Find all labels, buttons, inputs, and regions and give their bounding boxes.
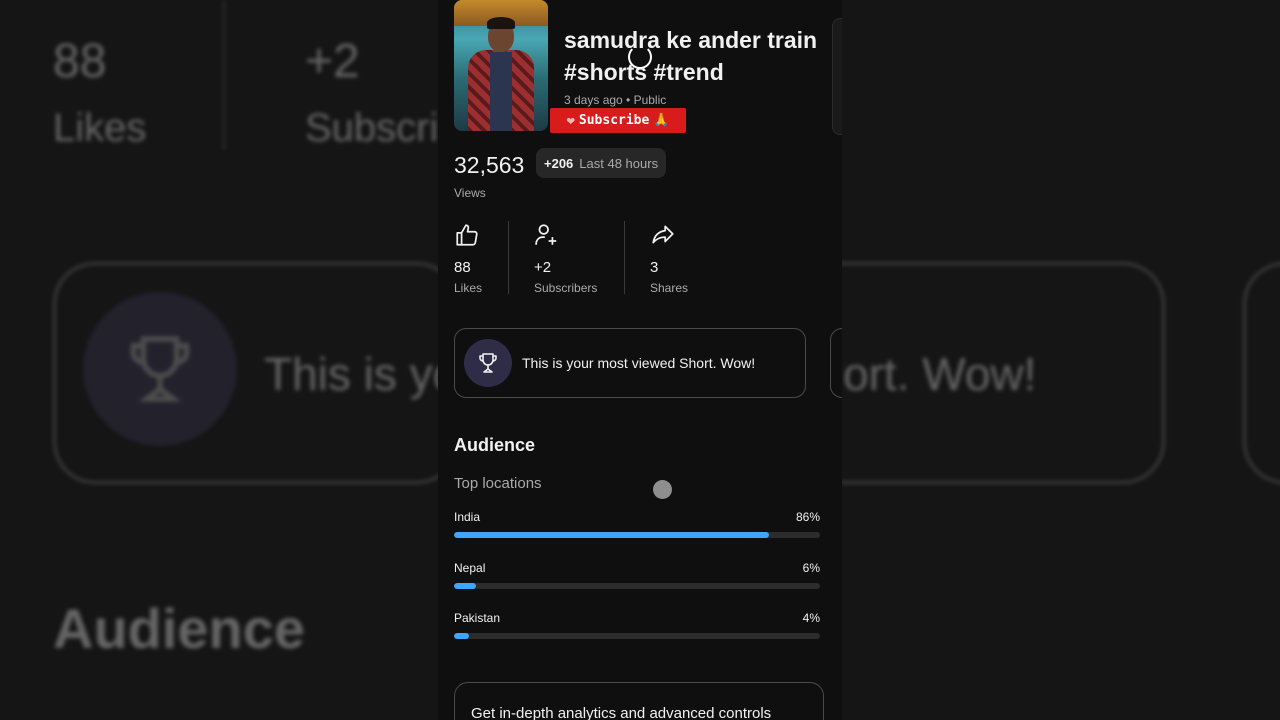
location-bar-fill <box>454 532 769 538</box>
location-row: Nepal 6% <box>454 561 820 589</box>
audience-heading: Audience <box>454 435 536 455</box>
location-row: India 86% <box>454 510 820 538</box>
bg-subs-value: +2 <box>305 35 360 88</box>
location-bar-fill <box>454 583 476 589</box>
views-label: Views <box>454 186 486 200</box>
thumbs-up-icon <box>456 224 478 246</box>
subscribe-sticker-label: Subscribe <box>578 113 650 128</box>
likes-value: 88 <box>454 259 471 276</box>
location-bar <box>454 633 820 639</box>
advanced-analytics-card[interactable]: Get in-depth analytics and advanced cont… <box>454 682 824 720</box>
bg-divider <box>223 0 225 150</box>
stat-divider <box>624 221 625 294</box>
views-delta-chip: +206 Last 48 hours <box>536 148 667 178</box>
milestone-text: This is your most viewed Short. Wow! <box>522 355 756 371</box>
stat-likes: 88 Likes <box>454 222 482 295</box>
bg-subs-label: Subscri <box>305 106 439 150</box>
person-add-icon <box>535 224 557 245</box>
location-bar <box>454 532 820 538</box>
share-icon <box>652 225 674 244</box>
location-bar-fill <box>454 633 469 639</box>
bg-card-text-left: This is yo <box>264 348 459 400</box>
subscribe-sticker: ❤ Subscribe 🙏 <box>550 108 686 133</box>
location-row: Pakistan 4% <box>454 611 820 639</box>
bg-likes-value: 88 <box>53 35 107 88</box>
next-milestone-card-edge[interactable] <box>830 328 842 398</box>
bg-likes-label: Likes <box>53 106 147 150</box>
loading-spinner-icon <box>628 45 652 69</box>
bg-audience-heading: Audience <box>53 597 306 660</box>
bg-card-text-right: ort. Wow! <box>843 348 1037 400</box>
location-name: India <box>454 510 481 524</box>
heart-icon: ❤ <box>566 112 575 129</box>
praying-hands-icon: 🙏 <box>653 113 670 128</box>
location-percent: 4% <box>802 611 820 625</box>
bg-trophy-icon <box>83 292 237 446</box>
views-period: Last 48 hours <box>579 155 659 171</box>
video-meta: 3 days ago • Public <box>564 93 667 107</box>
shares-label: Shares <box>650 281 689 295</box>
location-bar <box>454 583 820 589</box>
promo-text: Get in-depth analytics and advanced cont… <box>471 705 772 720</box>
bg-next-card <box>1243 262 1280 484</box>
subscribers-value: +2 <box>534 259 552 276</box>
location-name: Pakistan <box>454 611 501 625</box>
location-percent: 6% <box>802 561 820 575</box>
next-video-card-edge[interactable] <box>832 18 842 135</box>
shares-value: 3 <box>650 259 659 276</box>
stat-divider <box>508 221 509 294</box>
video-title: samudra ke ander train #shorts #trend <box>564 27 818 85</box>
milestone-card[interactable]: This is your most viewed Short. Wow! <box>454 328 806 398</box>
views-count: 32,563 <box>454 152 525 178</box>
stat-shares: 3 Shares <box>650 222 688 295</box>
subscribers-label: Subscribers <box>534 281 598 295</box>
views-delta: +206 <box>544 155 574 171</box>
analytics-screen: samudra ke ander train #shorts #trend 3 … <box>438 0 842 720</box>
stat-subscribers: +2 Subscribers <box>534 222 597 295</box>
trophy-icon <box>464 339 512 387</box>
touch-indicator <box>653 480 672 499</box>
location-percent: 86% <box>795 510 820 524</box>
video-thumbnail[interactable] <box>454 0 548 131</box>
location-name: Nepal <box>454 561 486 575</box>
top-locations-heading: Top locations <box>454 475 542 492</box>
likes-label: Likes <box>454 281 483 295</box>
